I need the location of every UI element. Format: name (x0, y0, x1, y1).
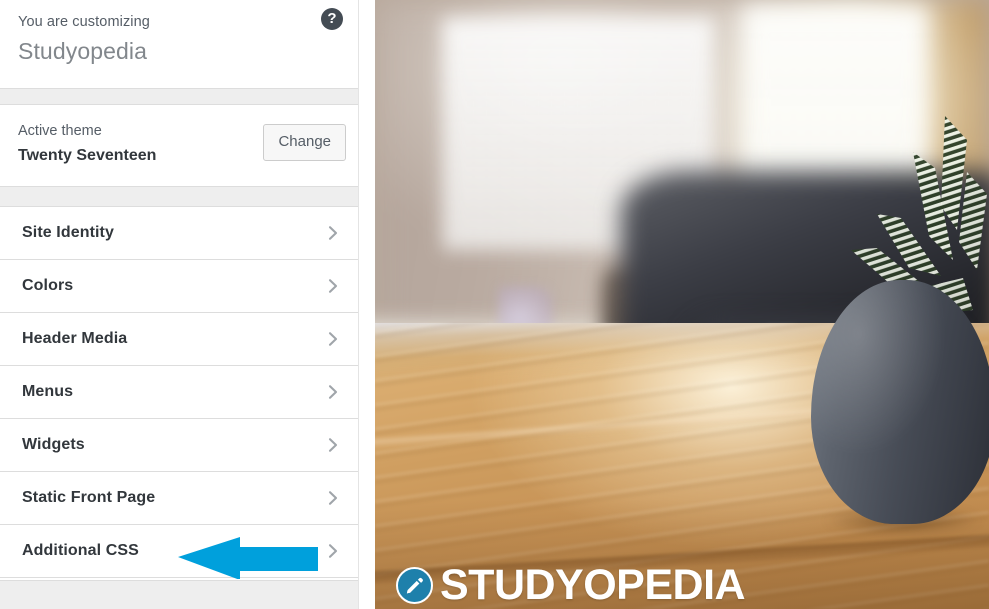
customizing-eyebrow: You are customizing (18, 14, 150, 30)
site-preview-pane[interactable]: STUDYOPEDIA (375, 0, 989, 609)
active-theme-section: Active theme Twenty Seventeen Change (0, 105, 358, 186)
sidebar-item-colors[interactable]: Colors (0, 260, 358, 313)
chevron-right-icon (325, 490, 341, 506)
watermark-text: STUDYOPEDIA (440, 560, 746, 609)
sidebar-item-widgets[interactable]: Widgets (0, 419, 358, 472)
chevron-right-icon (325, 437, 341, 453)
theme-separator-band (0, 186, 358, 207)
customizer-sidebar: You are customizing Studyopedia ? Active… (0, 0, 374, 609)
chevron-right-icon (325, 384, 341, 400)
sidebar-item-label: Widgets (22, 436, 85, 453)
chevron-right-icon (325, 543, 341, 559)
sidebar-item-site-identity[interactable]: Site Identity (0, 207, 358, 260)
customizer-header: You are customizing Studyopedia ? (0, 0, 358, 88)
chevron-right-icon (325, 278, 341, 294)
help-icon[interactable]: ? (321, 8, 343, 30)
photo-plant-pot (810, 280, 989, 524)
sidebar-item-label: Colors (22, 277, 74, 294)
sidebar-item-label: Site Identity (22, 224, 114, 241)
studyopedia-watermark: STUDYOPEDIA (396, 560, 746, 609)
sidebar-item-menus[interactable]: Menus (0, 366, 358, 419)
pencil-icon (396, 566, 433, 604)
sidebar-footer (0, 580, 358, 609)
sidebar-scrollbar[interactable] (358, 0, 374, 609)
sidebar-item-label: Menus (22, 383, 74, 400)
sidebar-item-label: Header Media (22, 330, 128, 347)
sidebar-item-header-media[interactable]: Header Media (0, 313, 358, 366)
header-separator-band (0, 88, 358, 105)
chevron-right-icon (325, 225, 341, 241)
sidebar-item-label: Static Front Page (22, 489, 156, 506)
customizer-section-list: Site Identity Colors Header Media Menus Widg… (0, 207, 358, 578)
chevron-right-icon (325, 331, 341, 347)
sidebar-item-static-front-page[interactable]: Static Front Page (0, 472, 358, 525)
sidebar-item-label: Additional CSS (22, 542, 139, 559)
site-title: Studyopedia (18, 37, 147, 64)
customizer-screen: You are customizing Studyopedia ? Active… (0, 0, 989, 609)
sidebar-item-additional-css[interactable]: Additional CSS (0, 525, 358, 578)
change-theme-button[interactable]: Change (263, 124, 346, 161)
header-photo (375, 0, 989, 609)
